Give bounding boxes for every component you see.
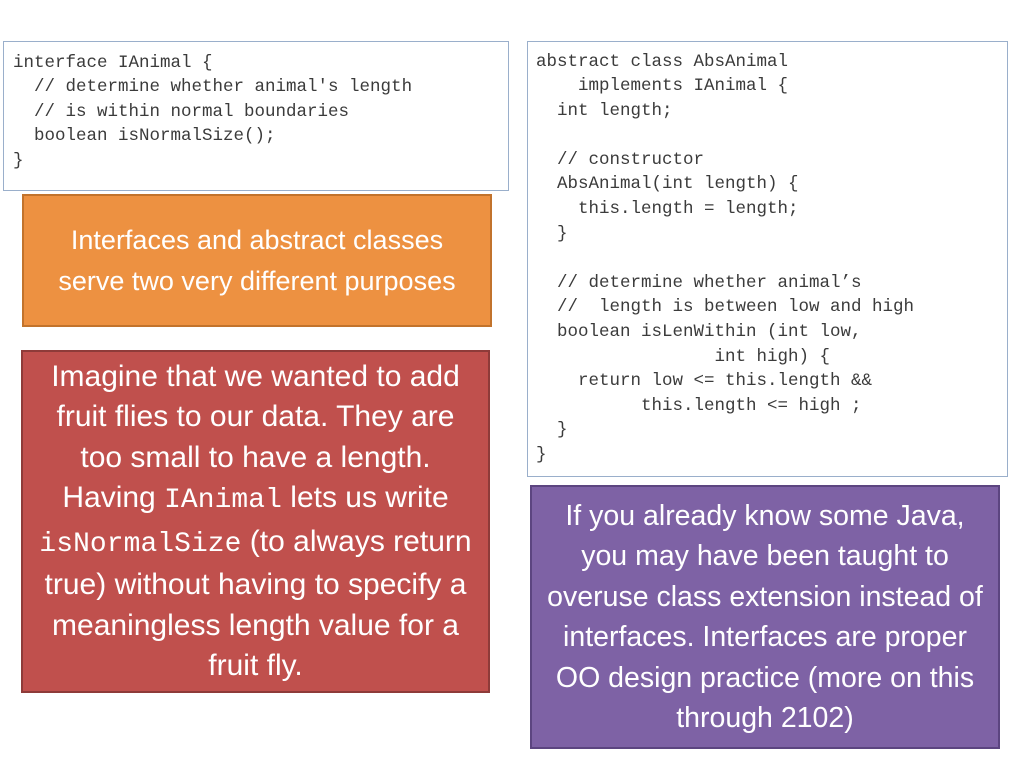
callout-java-oo-design: If you already know some Java, you may h…: [530, 485, 1000, 749]
slide-canvas: interface IAnimal { // determine whether…: [0, 0, 1024, 768]
callout-fruit-flies: Imagine that we wanted to add fruit flie…: [21, 350, 490, 693]
callout-red-text: Imagine that we wanted to add fruit flie…: [39, 359, 472, 683]
code-block-abstract-absanimal: abstract class AbsAnimal implements IAni…: [527, 40, 1008, 477]
callout-interfaces-purposes: Interfaces and abstract classes serve tw…: [22, 194, 492, 327]
callout-purple-text: If you already know some Java, you may h…: [547, 499, 983, 735]
inline-code-token: IAnimal: [164, 485, 282, 516]
inline-code-token: isNormalSize: [39, 528, 242, 560]
code-block-interface-ianimal: interface IAnimal { // determine whether…: [3, 40, 509, 191]
callout-orange-text: Interfaces and abstract classes serve tw…: [58, 224, 456, 296]
